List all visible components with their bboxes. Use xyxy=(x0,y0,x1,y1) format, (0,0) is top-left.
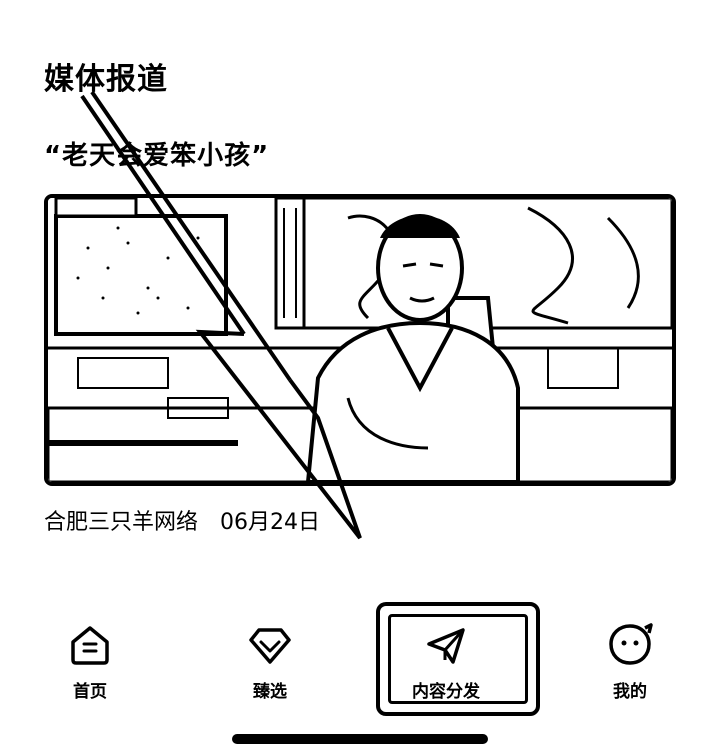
diamond-icon xyxy=(249,628,291,664)
tab-publish-label: 内容分发 xyxy=(412,682,480,702)
chat-face-icon xyxy=(609,623,653,665)
home-icon xyxy=(71,626,109,665)
tab-select-label: 臻选 xyxy=(253,682,287,702)
tab-publish[interactable]: 内容分发 xyxy=(386,622,506,702)
tab-me-label: 我的 xyxy=(613,682,647,702)
thumbnail-illustration xyxy=(48,198,672,482)
section-title: 媒体报道 xyxy=(44,62,168,97)
article-meta: 合肥三只羊网络 06月24日 xyxy=(44,508,320,538)
article-source: 合肥三只羊网络 xyxy=(44,510,199,535)
tab-select[interactable]: 臻选 xyxy=(210,622,330,702)
paper-plane-icon xyxy=(427,628,465,664)
article-title[interactable]: “老天会爱笨小孩” xyxy=(44,138,269,174)
home-indicator[interactable] xyxy=(232,734,488,744)
article-date: 06月24日 xyxy=(220,510,321,535)
article-thumbnail[interactable] xyxy=(44,194,676,486)
tab-me[interactable]: 我的 xyxy=(570,622,690,702)
tab-home[interactable]: 首页 xyxy=(30,622,150,702)
tab-home-label: 首页 xyxy=(73,682,107,702)
bottom-tab-bar: 首页 臻选 内容分发 我的 xyxy=(0,600,720,710)
